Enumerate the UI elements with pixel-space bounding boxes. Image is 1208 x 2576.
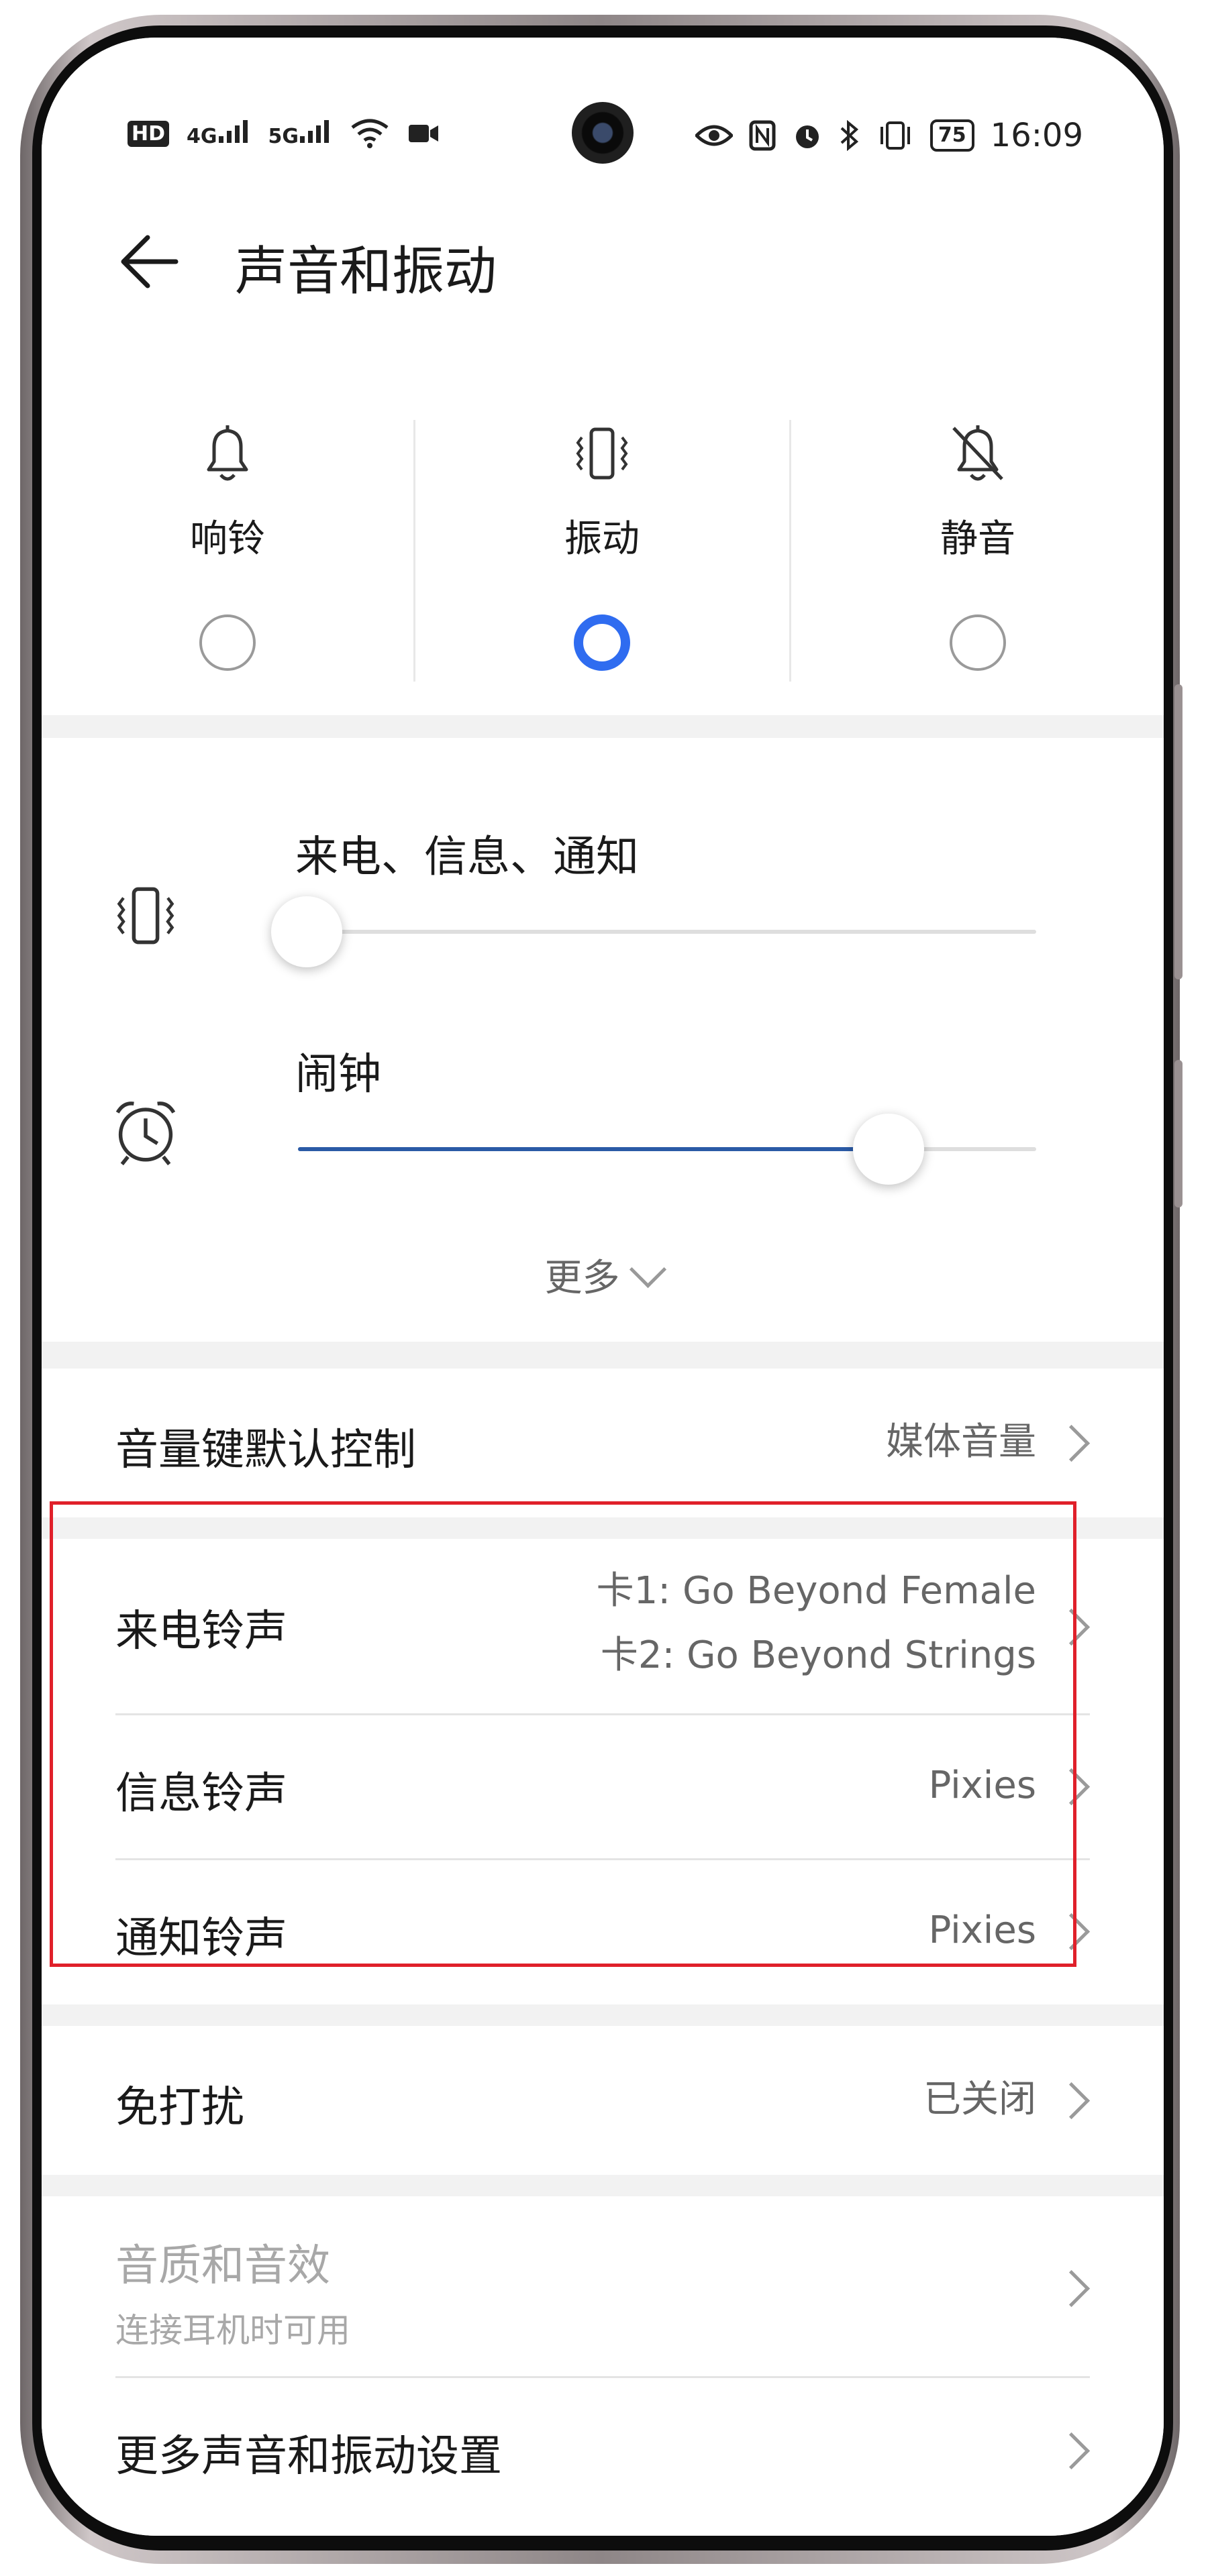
bell-icon [207,425,248,481]
signal-5g-icon: 5G [268,119,333,148]
volume-button [1174,1060,1182,1208]
dnd-value: 已关闭 [923,2078,1036,2121]
chevron-right-icon [1052,2269,1091,2308]
hd-icon: HD [128,120,170,147]
highlight-box [50,1501,1076,1967]
signal-4g-icon: 4G [187,119,251,148]
mode-divider [789,420,791,682]
vibrate-icon [880,121,910,150]
mode-ring[interactable]: 响铃 [42,333,413,715]
mode-silent-radio[interactable] [950,614,1006,671]
calls-volume-label: 来电、信息、通知 [295,833,639,882]
dnd-card: 免打扰 已关闭 [42,2026,1164,2175]
alarm-volume-slider[interactable] [298,1114,1036,1185]
status-bar: HD 4G 5G 75 16:09 [42,38,1164,185]
dnd-row[interactable]: 免打扰 已关闭 [42,2026,1164,2175]
calls-volume-slider[interactable] [271,896,1036,967]
volume-key-value: 媒体音量 [886,1420,1036,1464]
chevron-right-icon [1052,1424,1091,1462]
mode-ring-radio[interactable] [199,614,256,671]
mode-silent-label: 静音 [940,517,1015,561]
page-title: 声音和振动 [235,241,497,302]
more-settings-row[interactable]: 更多声音和振动设置 [42,2377,1164,2525]
mode-vibrate-radio[interactable] [574,614,630,671]
volume-key-row[interactable]: 音量键默认控制 媒体音量 [42,1368,1164,1517]
front-camera [572,102,634,164]
battery-indicator: 75 [929,119,974,152]
mode-ring-label: 响铃 [190,517,265,561]
alarm-volume-thumb[interactable] [853,1114,924,1185]
volume-key-title: 音量键默认控制 [115,1426,416,1475]
calls-volume-thumb[interactable] [271,896,342,967]
alarm-volume-fill [298,1147,889,1151]
chevron-right-icon [1052,2082,1091,2120]
dnd-title: 免打扰 [115,2083,244,2133]
sound-mode-card: 响铃 振动 静音 [42,333,1164,715]
sound-quality-title: 音质和音效 [115,2241,330,2291]
power-button [1174,684,1182,979]
status-right: 75 16:09 [695,117,1083,154]
volume-key-card: 音量键默认控制 媒体音量 [42,1368,1164,1517]
back-arrow-icon[interactable] [114,228,181,295]
sound-quality-row[interactable]: 音质和音效 连接耳机时可用 [42,2196,1164,2376]
mode-divider [413,420,415,682]
wifi-icon [351,119,389,148]
more-volume-button[interactable]: 更多 [42,1248,1164,1302]
alarm-volume-label: 闹钟 [295,1050,381,1099]
alarm-clock-icon [115,1102,176,1166]
mode-vibrate-label: 振动 [564,517,640,561]
nfc-icon [749,120,776,151]
mode-silent[interactable]: 静音 [792,333,1164,715]
screen: HD 4G 5G 75 16:09 声音和振动 响铃 振动 静音 来电、信息、通… [42,38,1164,2536]
mode-vibrate[interactable]: 振动 [416,333,788,715]
app-header: 声音和振动 [42,185,1164,333]
volume-card: 来电、信息、通知 闹钟 更多 [42,738,1164,1342]
eye-icon [695,125,733,146]
alarm-icon [795,125,819,148]
audio-card: 音质和音效 连接耳机时可用 更多声音和振动设置 [42,2196,1164,2536]
bluetooth-icon [840,120,858,151]
chevron-down-icon [629,1250,666,1289]
bell-off-icon [952,425,1003,481]
video-icon [409,125,439,142]
chevron-right-icon [1052,2432,1091,2470]
vibrate-icon [576,427,628,480]
clock: 16:09 [990,117,1083,154]
sound-quality-subtitle: 连接耳机时可用 [115,2311,350,2350]
more-settings-title: 更多声音和振动设置 [115,2432,502,2481]
vibrate-icon [117,887,174,945]
status-left: HD 4G 5G [128,118,440,149]
